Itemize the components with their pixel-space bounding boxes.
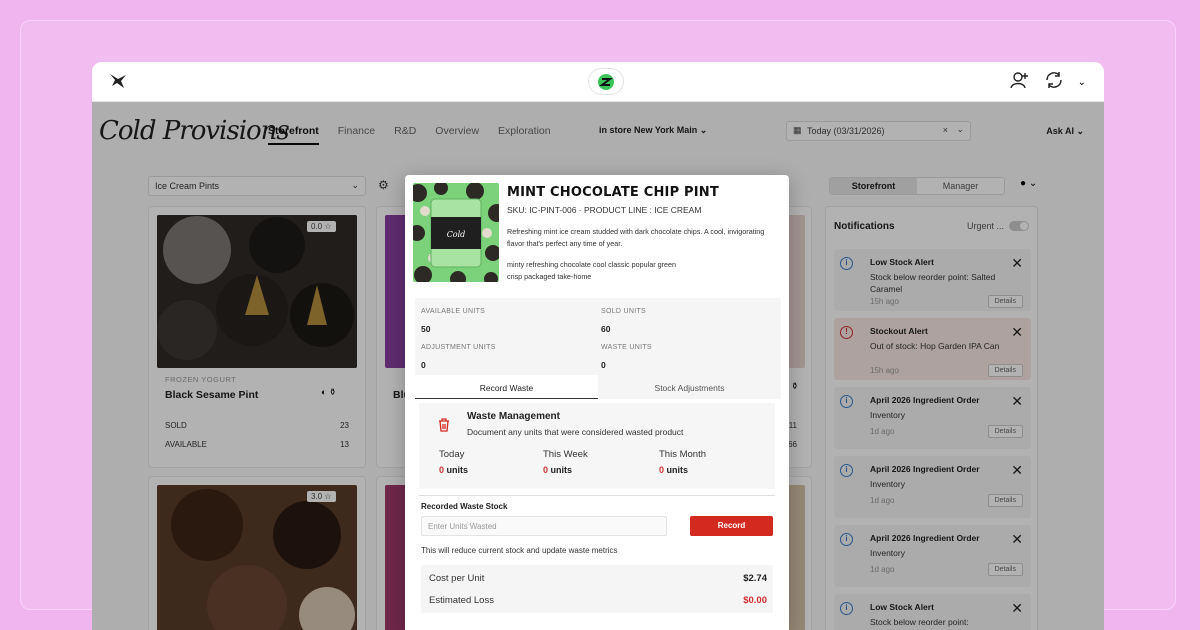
stat-label: ADJUSTMENT UNITS bbox=[421, 344, 496, 351]
period-unit: units bbox=[446, 465, 469, 475]
recorded-waste-label: Recorded Waste Stock bbox=[421, 502, 508, 511]
period-count: 0 bbox=[543, 465, 549, 475]
period-unit: units bbox=[666, 465, 689, 475]
loss-value: $0.00 bbox=[743, 595, 767, 606]
top-bar: ⌄ bbox=[92, 62, 1104, 102]
product-description: Refreshing mint ice cream studded with d… bbox=[507, 227, 765, 248]
app-logo-icon bbox=[598, 73, 614, 90]
tab-record-waste[interactable]: Record Waste bbox=[415, 375, 598, 399]
period-count: 0 bbox=[439, 465, 445, 475]
record-note: This will reduce current stock and updat… bbox=[421, 546, 618, 555]
period-label: Today bbox=[439, 449, 465, 460]
app-content: Cold Provisions Storefront Finance R&D O… bbox=[92, 102, 1104, 630]
trash-icon bbox=[437, 417, 451, 437]
stat-value: 60 bbox=[601, 324, 611, 334]
units-wasted-input[interactable]: Enter Units Wasted bbox=[421, 516, 667, 536]
product-tags: minty refreshing chocolate cool classic … bbox=[507, 259, 777, 283]
loss-label: Estimated Loss bbox=[429, 595, 494, 606]
tags-line: minty refreshing chocolate cool classic … bbox=[507, 260, 676, 269]
stat-label: WASTE UNITS bbox=[601, 344, 652, 351]
bird-logo-icon[interactable] bbox=[108, 72, 130, 95]
add-user-icon[interactable] bbox=[1009, 71, 1030, 94]
waste-title: Waste Management bbox=[467, 411, 560, 422]
period-label: This Month bbox=[659, 449, 706, 460]
divider bbox=[419, 495, 775, 496]
stat-value: 0 bbox=[601, 360, 606, 370]
sync-icon[interactable] bbox=[1044, 71, 1064, 94]
product-detail-modal: Cold MINT CHOCOLATE CHIP PINT SKU: IC-PI… bbox=[405, 175, 789, 630]
app-window: ⌄ Cold Provisions Storefront Finance R&D… bbox=[92, 62, 1104, 630]
tags-line: crisp packaged take-home bbox=[507, 272, 592, 281]
tab-stock-adjustments[interactable]: Stock Adjustments bbox=[598, 375, 781, 399]
period-label: This Week bbox=[543, 449, 588, 460]
cost-summary: Cost per Unit $2.74 Estimated Loss $0.00 bbox=[421, 565, 773, 613]
stat-value: 50 bbox=[421, 324, 431, 334]
chevron-down-icon[interactable]: ⌄ bbox=[1078, 77, 1086, 88]
modal-tabs: Record Waste Stock Adjustments bbox=[415, 375, 781, 399]
stat-value: 0 bbox=[421, 360, 426, 370]
waste-management-section: Waste Management Document any units that… bbox=[415, 401, 781, 630]
record-button[interactable]: Record bbox=[690, 516, 773, 536]
period-value: 0 units bbox=[439, 465, 468, 475]
stat-label: AVAILABLE UNITS bbox=[421, 308, 486, 315]
cost-value: $2.74 bbox=[743, 573, 767, 584]
product-title: MINT CHOCOLATE CHIP PINT bbox=[507, 185, 719, 200]
waste-subtitle: Document any units that were considered … bbox=[467, 427, 684, 437]
period-value: 0 units bbox=[659, 465, 688, 475]
period-count: 0 bbox=[659, 465, 665, 475]
cost-label: Cost per Unit bbox=[429, 573, 485, 584]
period-value: 0 units bbox=[543, 465, 572, 475]
product-sku: SKU: IC-PINT-006 · PRODUCT LINE : ICE CR… bbox=[507, 205, 702, 215]
period-unit: units bbox=[550, 465, 573, 475]
app-switcher-button[interactable] bbox=[588, 68, 624, 95]
waste-summary: Waste Management Document any units that… bbox=[419, 403, 775, 489]
stats-panel: AVAILABLE UNITS 50 SOLD UNITS 60 ADJUSTM… bbox=[415, 298, 781, 375]
svg-text:Cold: Cold bbox=[447, 230, 466, 239]
stat-label: SOLD UNITS bbox=[601, 308, 647, 315]
product-image: Cold bbox=[413, 183, 499, 282]
